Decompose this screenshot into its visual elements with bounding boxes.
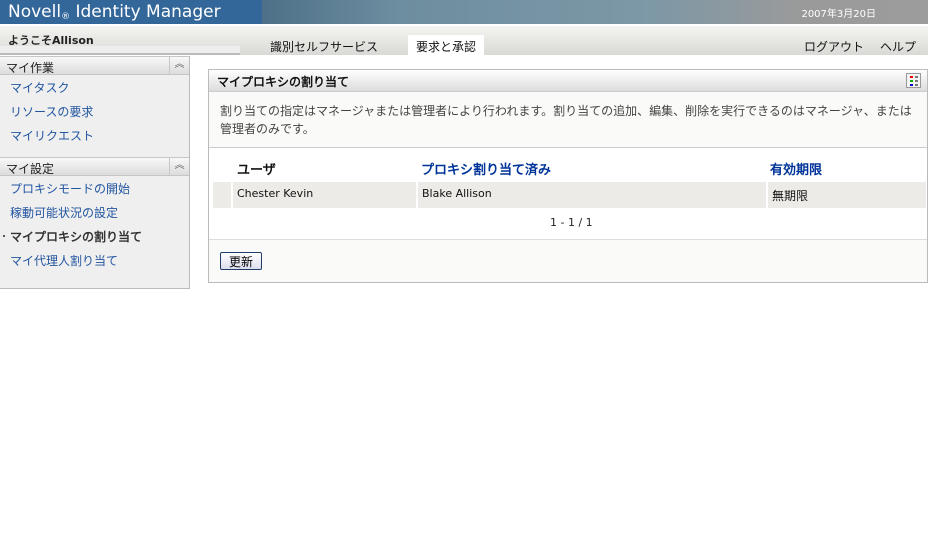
- panel-menu-icon[interactable]: [906, 73, 921, 88]
- row-selector[interactable]: [213, 182, 233, 208]
- cell-user: Chester Kevin: [233, 182, 418, 208]
- pagination: 1 - 1 / 1: [550, 216, 593, 229]
- section-my-work: マイ作業 ︽: [0, 56, 189, 75]
- table-row[interactable]: Chester Kevin Blake Allison 無期限: [213, 182, 926, 208]
- column-header-expiration[interactable]: 有効期限: [770, 159, 822, 178]
- section-title: マイ作業: [6, 61, 55, 75]
- sidebar-item-availability[interactable]: 稼動可能状況の設定: [0, 200, 189, 224]
- tab-identity-self-service[interactable]: 識別セルフサービス: [262, 35, 386, 57]
- sidebar-item-proxy-mode[interactable]: プロキシモードの開始: [0, 176, 189, 200]
- sidebar: マイ作業 ︽ マイタスク リソースの要求 マイリクエスト マイ設定 ︽ プロキシモー…: [0, 56, 190, 289]
- column-header-user[interactable]: ユーザ: [237, 159, 276, 178]
- cell-proxy: Blake Allison: [418, 182, 768, 208]
- sidebar-item-my-tasks[interactable]: マイタスク: [0, 75, 189, 99]
- panel-description: 割り当ての指定はマネージャまたは管理者により行われます。割り当ての追加、編集、削…: [209, 92, 927, 148]
- section-title: マイ設定: [6, 162, 55, 176]
- proxy-assignments-panel: マイプロキシの割り当て 割り当ての指定はマネージャまたは管理者により行われます。…: [208, 69, 928, 283]
- assignments-table: ユーザ プロキシ割り当て済み 有効期限 Chester Kevin Blake …: [209, 148, 927, 240]
- help-link[interactable]: ヘルプ: [872, 35, 924, 57]
- sidebar-item-my-proxy-assignments[interactable]: マイプロキシの割り当て: [0, 224, 189, 248]
- section-my-settings: マイ設定 ︽: [0, 157, 189, 176]
- refresh-button[interactable]: 更新: [220, 252, 263, 270]
- panel-title: マイプロキシの割り当て: [209, 70, 927, 92]
- tab-requests-approvals[interactable]: 要求と承認: [408, 35, 485, 57]
- panel-title-text: マイプロキシの割り当て: [217, 75, 350, 89]
- sidebar-item-resource-request[interactable]: リソースの要求: [0, 99, 189, 123]
- product-logo: Novell® Identity Manager: [0, 0, 262, 24]
- collapse-icon[interactable]: ︽: [169, 57, 189, 74]
- sidebar-item-my-requests[interactable]: マイリクエスト: [0, 123, 189, 147]
- collapse-icon[interactable]: ︽: [169, 158, 189, 175]
- logout-link[interactable]: ログアウト: [796, 35, 872, 57]
- sidebar-item-my-delegate-assignments[interactable]: マイ代理人割り当て: [0, 248, 189, 272]
- welcome-text: ようこそAllison: [8, 34, 94, 47]
- top-banner: Novell® Identity Manager 2007年3月20日: [0, 0, 928, 24]
- column-header-proxy-assigned[interactable]: プロキシ割り当て済み: [421, 159, 551, 178]
- cell-expiration: 無期限: [772, 189, 809, 203]
- nav-bar: ようこそAllison 識別セルフサービス 要求と承認 ログアウト ヘルプ: [0, 24, 928, 57]
- current-date: 2007年3月20日: [801, 9, 876, 20]
